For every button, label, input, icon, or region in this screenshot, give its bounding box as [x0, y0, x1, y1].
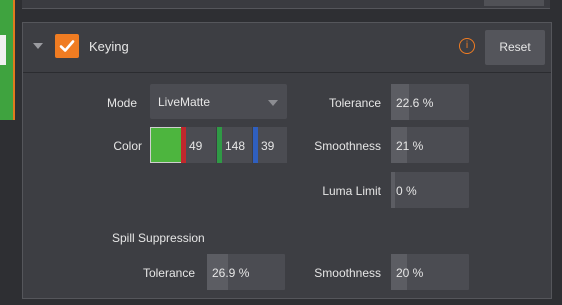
spill-suppression-heading: Spill Suppression — [112, 231, 205, 245]
checkmark-icon — [59, 40, 75, 52]
thumbnail-label-edge — [0, 35, 6, 65]
luma-limit-level-fill — [391, 172, 395, 208]
color-blue-field[interactable]: 39 — [253, 127, 287, 163]
tolerance-label: Tolerance — [328, 96, 381, 110]
tolerance-field[interactable]: 22.6 % — [391, 84, 469, 120]
spill-smoothness-label: Smoothness — [314, 266, 381, 280]
spill-tolerance-label: Tolerance — [142, 266, 195, 280]
luma-limit-value: 0 % — [396, 184, 417, 198]
keying-enable-checkbox[interactable] — [55, 34, 79, 58]
red-channel-marker — [181, 127, 186, 163]
smoothness-value: 21 % — [396, 139, 424, 153]
previous-panel-button-edge — [484, 0, 544, 6]
preview-thumbnail — [0, 0, 15, 120]
spill-tolerance-field[interactable]: 26.9 % — [207, 254, 285, 290]
color-swatch[interactable] — [150, 127, 182, 163]
smoothness-label: Smoothness — [314, 139, 381, 153]
tolerance-value: 22.6 % — [396, 96, 434, 110]
spill-tolerance-value: 26.9 % — [212, 266, 250, 280]
panel-header: Keying i Reset — [23, 23, 551, 73]
smoothness-field[interactable]: 21 % — [391, 127, 469, 163]
mode-label: Mode — [106, 96, 137, 110]
mode-dropdown[interactable]: LiveMatte — [150, 84, 287, 119]
previous-panel-edge — [22, 0, 550, 9]
color-green-value: 148 — [225, 139, 246, 153]
mode-value: LiveMatte — [158, 95, 211, 109]
keying-panel: Keying i Reset Mode LiveMatte Color 49 1… — [22, 22, 552, 299]
blue-channel-marker — [253, 127, 258, 163]
color-label: Color — [113, 139, 142, 153]
spill-smoothness-field[interactable]: 20 % — [391, 254, 469, 290]
color-red-field[interactable]: 49 — [181, 127, 216, 163]
luma-limit-label: Luma Limit — [322, 184, 381, 198]
dropdown-arrow-icon — [268, 100, 278, 106]
color-green-field[interactable]: 148 — [217, 127, 252, 163]
panel-title: Keying — [89, 39, 129, 54]
spill-smoothness-value: 20 % — [396, 266, 424, 280]
color-blue-value: 39 — [261, 139, 275, 153]
reset-button[interactable]: Reset — [485, 30, 545, 65]
chevron-down-icon[interactable] — [33, 43, 43, 49]
green-channel-marker — [217, 127, 222, 163]
luma-limit-field[interactable]: 0 % — [391, 172, 469, 208]
info-icon[interactable]: i — [459, 38, 475, 54]
color-red-value: 49 — [189, 139, 203, 153]
